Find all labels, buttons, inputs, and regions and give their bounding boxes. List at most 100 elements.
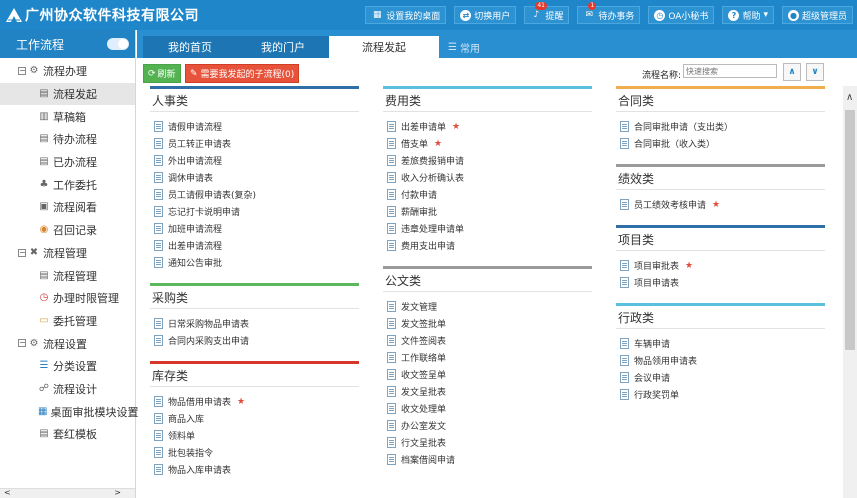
tab-flow-start[interactable]: 流程发起 (329, 36, 439, 58)
flow-link[interactable]: 员工请假申请表(复杂) (154, 186, 359, 203)
sidebar-item-7[interactable]: ◉ 召回记录 (0, 219, 135, 242)
collapse-up-button[interactable]: ∧ (783, 63, 801, 81)
tab-my-portal[interactable]: 我的门户 (237, 36, 329, 58)
sidebar-item-6[interactable]: ▣ 流程阅看 (0, 196, 135, 219)
document-icon (154, 189, 163, 200)
flow-link[interactable]: 收入分析确认表 (387, 169, 592, 186)
scroll-thumb[interactable] (845, 110, 855, 350)
tree-expand-icon[interactable]: − (18, 248, 26, 257)
sidebar-item-9[interactable]: ▤ 流程管理 (0, 264, 135, 287)
document-icon (154, 257, 163, 268)
flow-link[interactable]: 项目申请表 (620, 274, 825, 291)
flow-link[interactable]: 请假申请流程 (154, 118, 359, 135)
flow-link[interactable]: 车辆申请 (620, 335, 825, 352)
sidebar-item-12[interactable]: − ⚙ 流程设置 (0, 332, 135, 355)
flow-link[interactable]: 批包装指令 (154, 444, 359, 461)
flow-link[interactable]: 调休申请表 (154, 169, 359, 186)
flow-link[interactable]: 物品领用申请表 (620, 352, 825, 369)
flow-link[interactable]: 外出申请流程 (154, 152, 359, 169)
flow-link[interactable]: 发文签批单 (387, 315, 592, 332)
flow-link[interactable]: 工作联络单 (387, 349, 592, 366)
flow-link[interactable]: 项目审批表 ★ (620, 257, 825, 274)
flow-link[interactable]: 日常采购物品申请表 (154, 315, 359, 332)
sidebar-item-13[interactable]: ☰ 分类设置 (0, 355, 135, 378)
sidebar-header: 工作流程 (0, 30, 135, 58)
sidebar-hscrollbar[interactable]: < > (0, 488, 135, 498)
sidebar-item-14[interactable]: ☍ 流程设计 (0, 378, 135, 401)
category-title: 行政类 (616, 303, 825, 329)
flow-link[interactable]: 物品借用申请表 ★ (154, 393, 359, 410)
sidebar-item-1[interactable]: ▤ 流程发起 (0, 82, 135, 106)
flow-search-input[interactable] (683, 64, 777, 78)
refresh-button[interactable]: ⟳ 刷新 (143, 64, 181, 83)
sidebar-item-8[interactable]: − ✖ 流程管理 (0, 242, 135, 265)
flow-link[interactable]: 违章处理申请单 (387, 220, 592, 237)
flow-link[interactable]: 出差申请流程 (154, 237, 359, 254)
flow-link[interactable]: 领料单 (154, 427, 359, 444)
sidebar-item-0[interactable]: − ⚙ 流程办理 (0, 60, 135, 83)
flow-link[interactable]: 合同审批（收入类） (620, 135, 825, 152)
scroll-up-icon[interactable]: ∧ (846, 92, 853, 103)
flow-link[interactable]: 加班申请流程 (154, 220, 359, 237)
flow-link[interactable]: 差旅费报销申请 (387, 152, 592, 169)
topbar-item-3[interactable]: ✉ 1 待办事务 (577, 2, 641, 24)
tab-my-home[interactable]: 我的首页 (143, 36, 237, 58)
flow-link[interactable]: 物品入库申请表 (154, 461, 359, 478)
flow-link[interactable]: 费用支出申请 (387, 237, 592, 254)
document-icon (387, 138, 396, 149)
content-vscrollbar[interactable]: ∧ (843, 86, 857, 498)
flow-link[interactable]: 收文处理单 (387, 400, 592, 417)
sidebar-item-10[interactable]: ◷ 办理时限管理 (0, 287, 135, 310)
flow-link[interactable]: 出差申请单 ★ (387, 118, 592, 135)
document-icon (387, 189, 396, 200)
flow-link[interactable]: 员工绩效考核申请 ★ (620, 196, 825, 213)
flow-link[interactable]: 付款申请 (387, 186, 592, 203)
topbar-item-0[interactable]: ▦ 设置我的桌面 (365, 6, 447, 24)
flow-label: 薪酬审批 (401, 208, 438, 218)
sidebar-item-11[interactable]: ▭ 委托管理 (0, 310, 135, 333)
sidebar-item-label: 流程管理 (43, 246, 87, 260)
flow-link[interactable]: 行政奖罚单 (620, 386, 825, 403)
flow-link[interactable]: 发文管理 (387, 298, 592, 315)
tree-expand-icon[interactable]: − (18, 339, 26, 348)
flow-link[interactable]: 收文签呈单 (387, 366, 592, 383)
topbar-item-6[interactable]: ● 超级管理员 (781, 6, 853, 24)
flow-link[interactable]: 行文呈批表 (387, 434, 592, 451)
flow-link[interactable]: 合同审批申请（支出类） (620, 118, 825, 135)
flow-link[interactable]: 合同内采购支出申请 (154, 332, 359, 349)
sidebar-toggle[interactable] (107, 38, 129, 50)
sidebar-item-3[interactable]: ▤ 待办流程 (0, 128, 135, 151)
sidebar-item-16[interactable]: ▤ 套红模板 (0, 423, 135, 446)
sub-flow-button[interactable]: ✎ 需要我发起的子流程(0) (185, 64, 300, 83)
category-items: 发文管理 发文签批单 文件签阅表 工作联络单 收文签呈单 发文呈批表 收文处理单 办公室发文行… (383, 292, 592, 468)
flow-link[interactable]: 通知公告审批 (154, 254, 359, 271)
document-icon (154, 240, 163, 251)
scroll-right-icon[interactable]: > (114, 488, 121, 497)
topbar-item-1[interactable]: ⇄ 切换用户 (454, 6, 517, 24)
flow-link[interactable]: 借支单 ★ (387, 135, 592, 152)
help-icon: ? (728, 9, 740, 21)
flow-link[interactable]: 档案借阅申请 (387, 451, 592, 468)
scroll-left-icon[interactable]: < (4, 488, 11, 497)
flow-link[interactable]: 商品入库 (154, 410, 359, 427)
tab-common[interactable]: ☰ 常用 (439, 36, 489, 58)
flow-link[interactable]: 会议申请 (620, 369, 825, 386)
flow-label: 合同内采购支出申请 (168, 337, 250, 347)
category-title: 合同类 (616, 86, 825, 112)
flow-link[interactable]: 员工转正申请表 (154, 135, 359, 152)
tree-expand-icon[interactable]: − (18, 67, 26, 75)
sidebar-item-15[interactable]: ▦ 桌面审批模块设置 (0, 400, 138, 423)
flow-link[interactable]: 忘记打卡说明申请 (154, 203, 359, 220)
flow-link[interactable]: 薪酬审批 (387, 203, 592, 220)
flow-link[interactable]: 发文呈批表 (387, 383, 592, 400)
topbar-item-2[interactable]: ♪ 41 提醒 (524, 2, 570, 24)
sidebar-item-2[interactable]: ▥ 草稿箱 (0, 105, 135, 128)
flow-link[interactable]: 办公室发文 (387, 417, 592, 434)
expand-down-button[interactable]: ∨ (806, 63, 824, 81)
topbar-item-4[interactable]: ◷ OA小秘书 (648, 6, 715, 24)
sidebar-item-5[interactable]: ♣ 工作委托 (0, 173, 135, 196)
topbar-label: 超级管理员 (801, 11, 847, 22)
sidebar-item-4[interactable]: ▤ 已办流程 (0, 151, 135, 174)
flow-link[interactable]: 文件签阅表 (387, 332, 592, 349)
topbar-item-5[interactable]: ? 帮助 ▾ (722, 6, 774, 24)
